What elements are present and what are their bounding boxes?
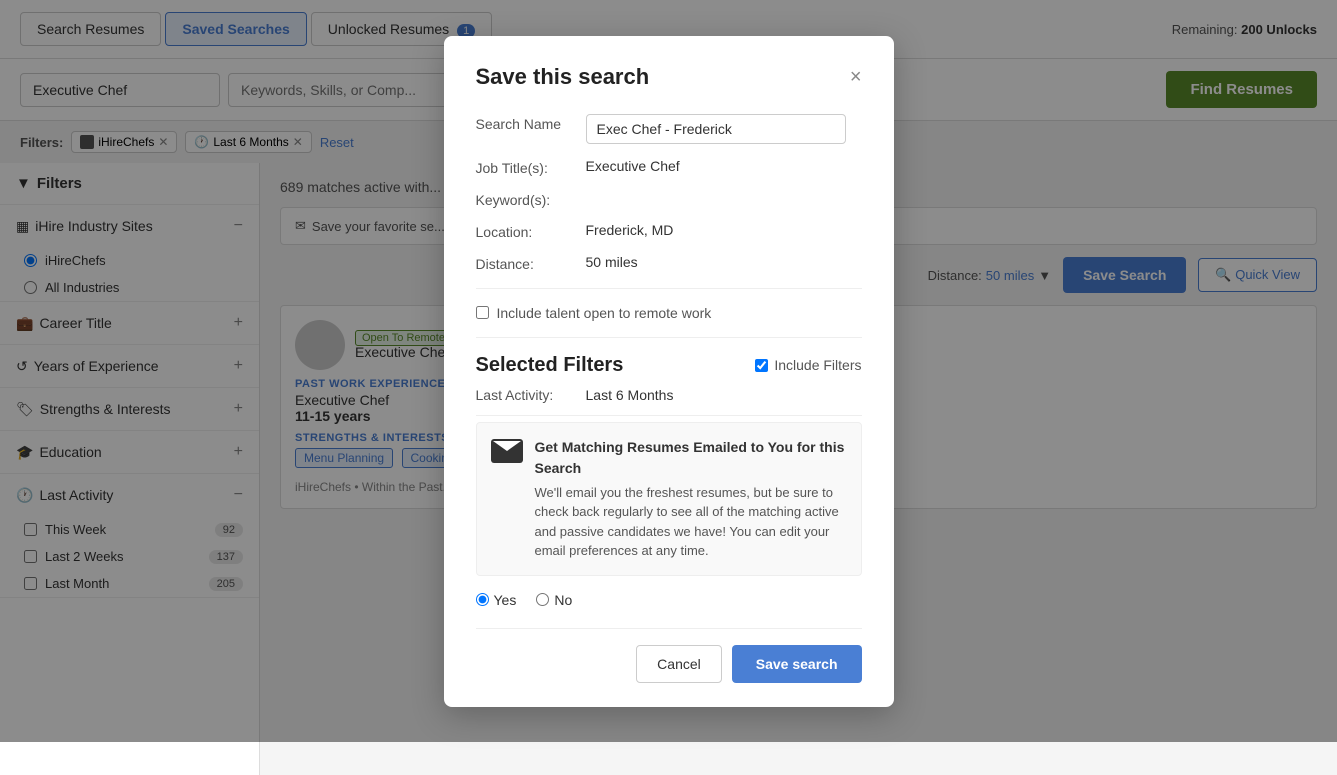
cancel-button[interactable]: Cancel [636, 645, 722, 683]
last-activity-filter-label: Last Activity: [476, 387, 586, 403]
modal-field-distance: Distance: 50 miles [476, 254, 862, 272]
modal-close-button[interactable]: × [850, 67, 862, 87]
email-radio-row: Yes No [476, 592, 862, 608]
email-notif-box: Get Matching Resumes Emailed to You for … [476, 422, 862, 576]
last-activity-filter-value: Last 6 Months [586, 387, 674, 403]
email-icon [491, 439, 523, 463]
remote-checkbox-row: Include talent open to remote work [476, 305, 862, 321]
modal-divider-1 [476, 288, 862, 289]
selected-filters-title: Selected Filters [476, 354, 624, 377]
modal-title: Save this search [476, 64, 650, 90]
save-search-button[interactable]: Save search [732, 645, 862, 683]
location-label: Location: [476, 222, 586, 240]
modal-header: Save this search × [476, 64, 862, 90]
save-search-modal: Save this search × Search Name Job Title… [444, 36, 894, 707]
email-no-radio[interactable] [536, 593, 549, 606]
modal-overlay: Save this search × Search Name Job Title… [0, 0, 1337, 742]
modal-divider-2 [476, 337, 862, 338]
modal-footer: Cancel Save search [476, 628, 862, 683]
search-name-input[interactable] [586, 114, 846, 144]
modal-field-keywords: Keyword(s): [476, 190, 862, 208]
location-value: Frederick, MD [586, 222, 674, 238]
modal-field-search-name: Search Name [476, 114, 862, 144]
email-notif-title: Get Matching Resumes Emailed to You for … [535, 437, 847, 479]
job-titles-value: Executive Chef [586, 158, 680, 174]
selected-filters-header: Selected Filters Include Filters [476, 354, 862, 377]
email-no-label[interactable]: No [536, 592, 572, 608]
distance-value: 50 miles [586, 254, 638, 270]
distance-label: Distance: [476, 254, 586, 272]
include-filters-row: Include Filters [755, 357, 861, 373]
modal-field-location: Location: Frederick, MD [476, 222, 862, 240]
include-filters-checkbox[interactable] [755, 359, 768, 372]
email-yes-label[interactable]: Yes [476, 592, 517, 608]
email-notif-text: Get Matching Resumes Emailed to You for … [535, 437, 847, 561]
include-filters-label: Include Filters [774, 357, 861, 373]
keywords-label: Keyword(s): [476, 190, 586, 208]
job-titles-label: Job Title(s): [476, 158, 586, 176]
remote-checkbox-label: Include talent open to remote work [497, 305, 712, 321]
email-yes-radio[interactable] [476, 593, 489, 606]
search-name-label: Search Name [476, 114, 586, 132]
email-notif-body: We'll email you the freshest resumes, bu… [535, 485, 839, 559]
remote-checkbox[interactable] [476, 306, 489, 319]
modal-field-job-titles: Job Title(s): Executive Chef [476, 158, 862, 176]
filter-row-last-activity: Last Activity: Last 6 Months [476, 387, 862, 416]
